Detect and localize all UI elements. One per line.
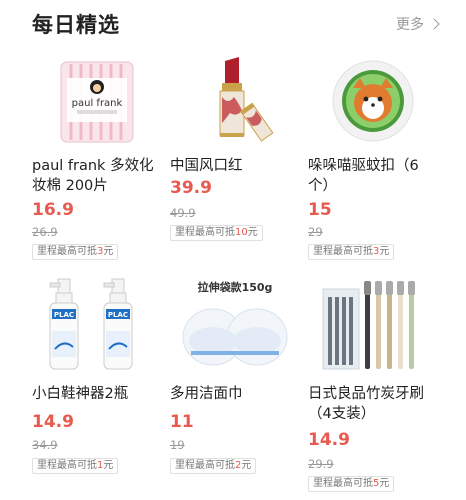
mileage-badge: 里程最高可抵3元	[32, 244, 119, 260]
product-card-shoe-cleaner[interactable]: PLAC PLAC 小白鞋神器2瓶 14.9 34.9 里程最高可抵1元	[32, 272, 162, 487]
mileage-badge: 里程最高可抵5元	[308, 476, 395, 492]
product-name: 日式良品竹炭牙刷（4支装）	[308, 386, 424, 422]
face-towel-icon: 拉伸袋款150g	[182, 280, 288, 365]
product-image	[308, 272, 438, 377]
mileage-badge: 里程最高可抵2元	[170, 458, 257, 474]
product-image: PLAC PLAC	[32, 272, 162, 377]
chevron-right-icon	[428, 18, 440, 30]
product-name: paul frank 多效化妆棉 200片	[32, 158, 154, 194]
product-price: 11	[170, 412, 194, 432]
product-image	[170, 48, 300, 153]
mileage-badge: 里程最高可抵3元	[308, 244, 395, 260]
product-card-lipstick[interactable]: 中国风口红 39.9 49.9 里程最高可抵10元	[170, 48, 300, 263]
mileage-badge: 里程最高可抵1元	[32, 458, 119, 474]
product-price: 14.9	[32, 412, 74, 432]
product-original-price: 19	[170, 438, 185, 452]
product-name: 中国风口红	[170, 158, 243, 174]
product-image: 拉伸袋款150g	[170, 272, 300, 377]
mileage-badge: 里程最高可抵10元	[170, 225, 263, 241]
svg-text:PLAC: PLAC	[54, 311, 74, 319]
product-name: 多用洁面巾	[170, 386, 243, 402]
toothbrush-set-icon	[322, 280, 415, 369]
spray-bottles-icon: PLAC PLAC	[49, 278, 133, 369]
product-original-price: 26.9	[32, 225, 58, 239]
product-card-cotton-pads[interactable]: paul frank paul frank 多效化妆棉 200片 16.9 26…	[32, 48, 162, 263]
svg-text:PLAC: PLAC	[108, 311, 128, 319]
mosquito-buckle-icon	[332, 60, 414, 142]
product-price: 16.9	[32, 200, 74, 220]
product-original-price: 34.9	[32, 438, 58, 452]
product-card-mosquito-buckle[interactable]: 哚哚喵驱蚊扣（6个） 15 29 里程最高可抵3元	[308, 48, 438, 263]
more-link[interactable]: 更多	[396, 14, 440, 34]
product-original-price: 29.9	[308, 457, 334, 471]
section-header: 每日精选 更多	[0, 0, 466, 44]
product-price: 39.9	[170, 178, 212, 198]
cotton-pad-package-icon: paul frank	[60, 61, 134, 142]
product-card-face-towel[interactable]: 拉伸袋款150g 多用洁面巾 11 19 里程最高可抵2元	[170, 272, 300, 487]
product-name: 哚哚喵驱蚊扣（6个）	[308, 158, 419, 194]
more-label: 更多	[396, 17, 424, 33]
product-price: 15	[308, 200, 332, 220]
product-image	[308, 48, 438, 153]
svg-text:拉伸袋款150g: 拉伸袋款150g	[198, 280, 273, 294]
section-title: 每日精选	[32, 13, 120, 37]
product-price: 14.9	[308, 430, 350, 450]
svg-text:paul frank: paul frank	[72, 98, 123, 109]
product-card-toothbrush[interactable]: 日式良品竹炭牙刷（4支装） 14.9 29.9 里程最高可抵5元	[308, 272, 438, 492]
product-original-price: 29	[308, 225, 323, 239]
product-name: 小白鞋神器2瓶	[32, 386, 129, 402]
lipstick-icon	[219, 57, 274, 142]
product-original-price: 49.9	[170, 206, 196, 220]
product-image: paul frank	[32, 48, 162, 153]
